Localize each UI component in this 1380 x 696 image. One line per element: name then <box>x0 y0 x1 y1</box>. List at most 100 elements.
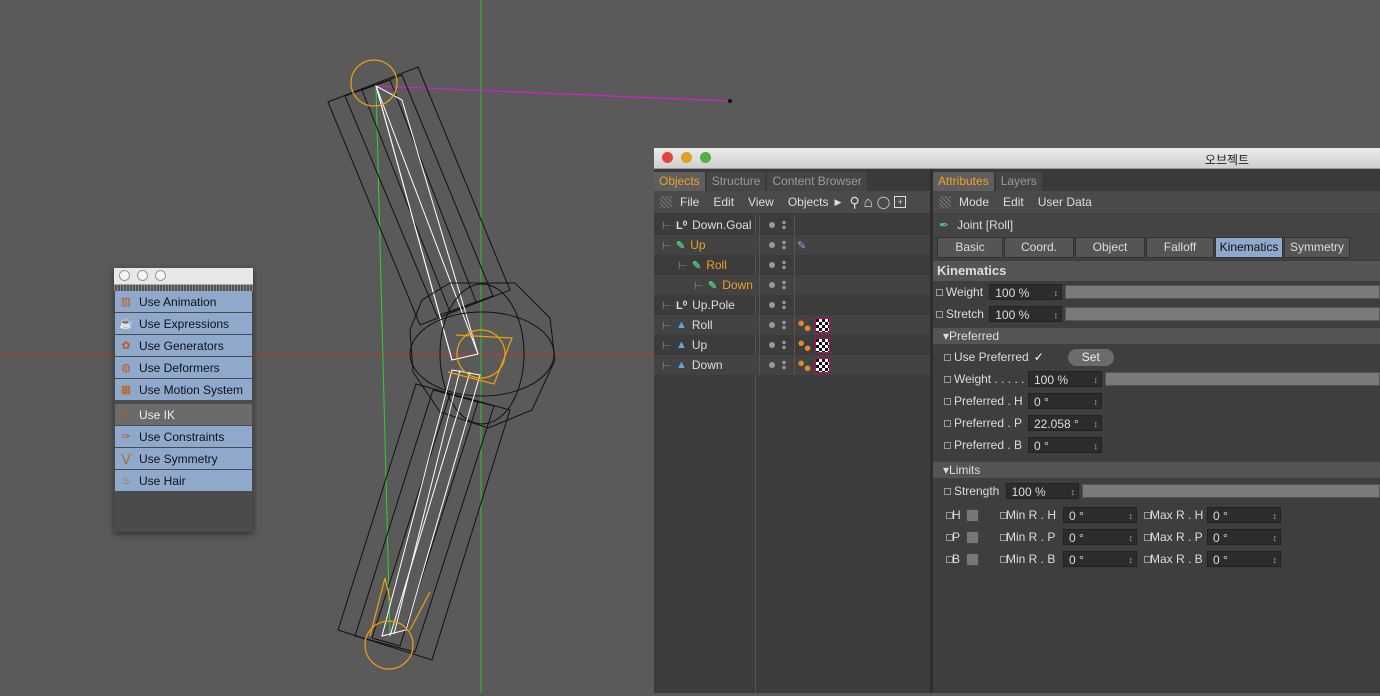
subtab-symmetry[interactable]: Symmetry <box>1284 237 1350 258</box>
menu-edit[interactable]: Edit <box>1003 195 1024 209</box>
visibility-dot-icon[interactable] <box>768 242 775 248</box>
checker-tag-icon[interactable] <box>815 317 830 333</box>
joint-tag-icon[interactable]: ✎ <box>797 239 806 252</box>
palette-close-button[interactable] <box>119 270 130 281</box>
palette-button-use-generators[interactable]: ✿ Use Generators <box>115 335 252 356</box>
palette-zoom-button[interactable] <box>155 270 166 281</box>
min-limit-input[interactable]: 0 ° <box>1063 551 1137 568</box>
object-row[interactable]: ⊢ ▲ Down <box>654 355 930 375</box>
visibility-dot-icon[interactable] <box>768 362 775 368</box>
object-row[interactable]: ⊢ ▲ Roll <box>654 315 930 335</box>
max-limit-input[interactable]: 0 ° <box>1207 507 1281 524</box>
checker-tag-icon[interactable] <box>815 337 830 353</box>
menu-view[interactable]: View <box>748 195 774 209</box>
object-row[interactable]: ⊢ ✎ Up ✎ <box>654 235 930 255</box>
objects-tab-objects[interactable]: Objects <box>654 172 705 191</box>
subtab-coord[interactable]: Coord. <box>1004 237 1074 258</box>
palette-titlebar[interactable] <box>114 268 253 285</box>
limit-checkbox-h[interactable] <box>966 509 979 522</box>
render-dots-icon[interactable] <box>781 220 786 230</box>
palette-button-use-hair[interactable]: ♨ Use Hair <box>115 470 252 491</box>
preferred-weight-input[interactable]: 100 % <box>1028 371 1102 388</box>
visibility-flags[interactable] <box>759 235 795 255</box>
visibility-dot-icon[interactable] <box>768 282 775 288</box>
attributes-tab-layers[interactable]: Layers <box>995 172 1042 191</box>
preferred-weight-slider[interactable] <box>1105 372 1380 386</box>
checker-tag-icon[interactable] <box>815 357 830 373</box>
search-icon[interactable]: ⚲ <box>849 194 859 211</box>
visibility-dot-icon[interactable] <box>768 342 775 348</box>
set-button[interactable]: Set <box>1067 348 1114 366</box>
anim-dot[interactable] <box>944 419 951 427</box>
render-dots-icon[interactable] <box>781 320 786 330</box>
visibility-flags[interactable] <box>759 355 795 375</box>
min-limit-input[interactable]: 0 ° <box>1063 529 1137 546</box>
ik-tag-icon[interactable] <box>797 319 811 331</box>
menu-file[interactable]: File <box>680 195 699 209</box>
visibility-dot-icon[interactable] <box>768 322 775 328</box>
max-limit-input[interactable]: 0 ° <box>1207 529 1281 546</box>
menu-edit[interactable]: Edit <box>713 195 734 209</box>
visibility-flags[interactable] <box>759 215 795 235</box>
menu-more-icon[interactable]: ▶ <box>835 197 842 208</box>
visibility-flags[interactable] <box>759 315 795 335</box>
preferred-group[interactable]: ▾Preferred <box>933 328 1380 344</box>
visibility-dot-icon[interactable] <box>768 302 775 308</box>
max-limit-input[interactable]: 0 ° <box>1207 551 1281 568</box>
menu-objects[interactable]: Objects <box>788 195 829 209</box>
palette-button-use-motion-system[interactable]: ▦ Use Motion System <box>115 379 252 400</box>
object-row[interactable]: ⊢ L⁰ Down.Goal <box>654 215 930 235</box>
palette-button-use-ik[interactable]: ✎ Use IK <box>115 404 252 425</box>
visibility-dot-icon[interactable] <box>768 262 775 268</box>
render-dots-icon[interactable] <box>781 260 786 270</box>
anim-dot[interactable] <box>944 353 951 361</box>
subtab-falloff[interactable]: Falloff <box>1146 237 1214 258</box>
render-dots-icon[interactable] <box>781 300 786 310</box>
object-row[interactable]: ⊢ ✎ Roll <box>654 255 930 275</box>
render-dots-icon[interactable] <box>781 340 786 350</box>
visibility-flags[interactable] <box>759 335 795 355</box>
palette-button-use-animation[interactable]: ▥ Use Animation <box>115 291 252 312</box>
stretch-slider[interactable] <box>1065 307 1380 321</box>
preferred-b-input[interactable]: 0 ° <box>1028 437 1102 454</box>
home-icon[interactable]: ⌂ <box>864 194 873 211</box>
min-limit-input[interactable]: 0 ° <box>1063 507 1137 524</box>
visibility-dot-icon[interactable] <box>768 222 775 228</box>
window-titlebar[interactable]: 오브젝트 <box>654 148 1380 169</box>
limits-group[interactable]: ▾Limits <box>933 462 1380 478</box>
object-row[interactable]: ⊢ L⁰ Up.Pole <box>654 295 930 315</box>
anim-dot[interactable] <box>944 441 951 449</box>
subtab-kinematics[interactable]: Kinematics <box>1215 237 1283 258</box>
strength-slider[interactable] <box>1082 484 1380 498</box>
render-dots-icon[interactable] <box>781 240 786 250</box>
weight-input[interactable]: 100 % <box>989 284 1063 301</box>
palette-button-use-deformers[interactable]: ◍ Use Deformers <box>115 357 252 378</box>
render-dots-icon[interactable] <box>781 360 786 370</box>
anim-dot[interactable] <box>936 288 943 296</box>
subtab-basic[interactable]: Basic <box>937 237 1003 258</box>
menu-user-data[interactable]: User Data <box>1038 195 1092 209</box>
visibility-flags[interactable] <box>759 275 795 295</box>
use-preferred-checkbox[interactable]: ✓ <box>1034 350 1044 364</box>
ik-tag-icon[interactable] <box>797 359 811 371</box>
palette-button-use-expressions[interactable]: ☕ Use Expressions <box>115 313 252 334</box>
object-row[interactable]: ⊢ ✎ Down <box>654 275 930 295</box>
stretch-input[interactable]: 100 % <box>989 306 1063 323</box>
limit-checkbox-b[interactable] <box>966 553 979 566</box>
anim-dot[interactable] <box>944 397 951 405</box>
palette-button-use-constraints[interactable]: ✑ Use Constraints <box>115 426 252 447</box>
preferred-p-input[interactable]: 22.058 ° <box>1028 415 1102 432</box>
attr-menubar-grip-icon[interactable] <box>939 196 951 208</box>
object-row[interactable]: ⊢ ▲ Up <box>654 335 930 355</box>
objects-tab-content-browser[interactable]: Content Browser <box>767 172 867 191</box>
menubar-grip-icon[interactable] <box>660 196 672 208</box>
palette-minimize-button[interactable] <box>137 270 148 281</box>
anim-dot[interactable] <box>944 375 951 383</box>
visibility-flags[interactable] <box>759 295 795 315</box>
eye-icon[interactable]: ◯ <box>877 195 890 209</box>
anim-dot[interactable] <box>944 487 951 495</box>
palette-button-use-symmetry[interactable]: ⋁ Use Symmetry <box>115 448 252 469</box>
objects-tab-structure[interactable]: Structure <box>706 172 766 191</box>
ik-tag-icon[interactable] <box>797 339 811 351</box>
weight-slider[interactable] <box>1065 285 1380 299</box>
